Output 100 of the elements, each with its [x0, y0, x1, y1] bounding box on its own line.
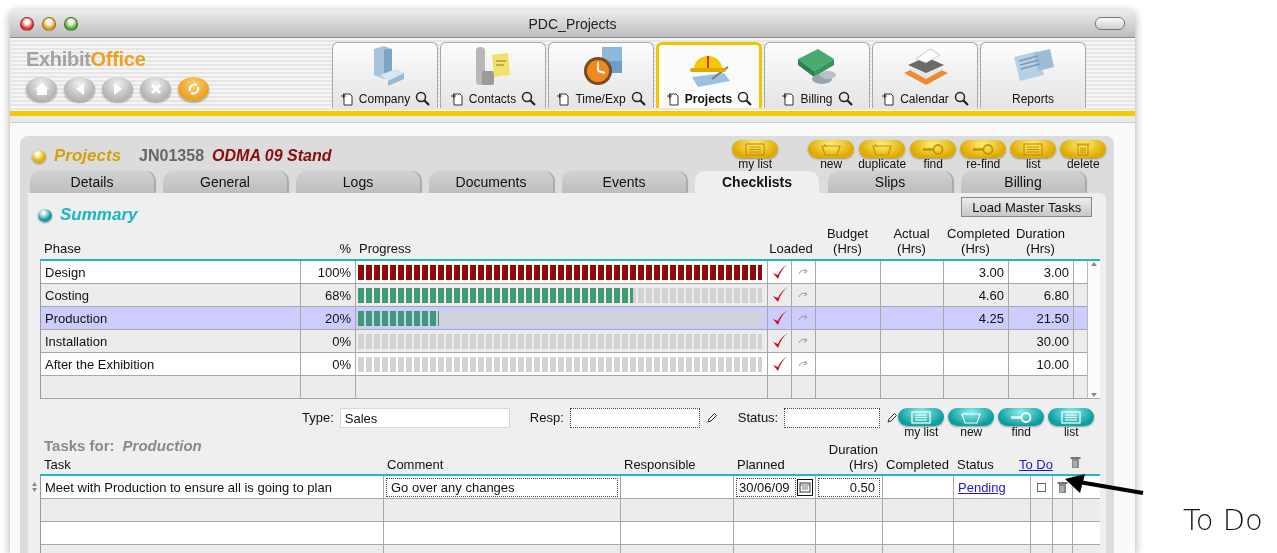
window-title: PDC_Projects [528, 15, 617, 32]
redo-icon[interactable] [797, 268, 810, 276]
load-master-tasks-button[interactable]: Load Master Tasks [961, 197, 1093, 217]
new-button[interactable]: new [948, 408, 995, 440]
trash-icon [1060, 140, 1107, 158]
toolbar-toggle-button[interactable] [1095, 17, 1125, 30]
to-do-link[interactable]: To Do [1013, 457, 1070, 475]
search-icon [630, 91, 646, 106]
new-page-icon [339, 92, 354, 106]
tab[interactable]: Documents [429, 171, 553, 193]
column-header: Duration (Hrs) [827, 442, 879, 474]
comment-field[interactable]: Go over any changes [386, 477, 618, 497]
table-row[interactable]: After the Exhibition 0% 10.00 [41, 353, 1088, 376]
module-tab[interactable]: Contacts [440, 42, 546, 108]
column-header: Phase [43, 241, 82, 258]
tab[interactable]: Events [562, 171, 686, 193]
close-button[interactable] [20, 16, 34, 31]
new-page-icon [449, 92, 464, 106]
annotation-text: To Do [1183, 503, 1263, 537]
to-do-checkbox[interactable] [1037, 482, 1046, 492]
table-row[interactable]: Installation 0% 30.00 [41, 330, 1088, 353]
table-row[interactable]: Design 100% 3.00 3.00 [41, 261, 1088, 284]
column-header: Planned [736, 457, 786, 474]
list-button[interactable]: my list [732, 140, 779, 171]
input-field[interactable] [569, 408, 700, 428]
calendar-icon[interactable] [797, 478, 813, 496]
list-icon [1010, 140, 1057, 158]
redo-icon[interactable] [797, 291, 810, 299]
key-icon [998, 408, 1045, 426]
scroll-up-icon[interactable] [1090, 261, 1099, 267]
minimize-button[interactable] [42, 16, 56, 31]
search-icon [415, 91, 431, 106]
table-cell: 68% [301, 284, 356, 306]
back-button[interactable] [64, 77, 95, 101]
tab[interactable]: General [163, 171, 287, 193]
sort-icon[interactable] [31, 481, 38, 493]
table-row[interactable]: Costing 68% 4.60 6.80 [41, 284, 1088, 307]
column-header: Loaded [769, 241, 813, 258]
list-icon [1048, 408, 1095, 426]
list-button[interactable]: list [1010, 140, 1057, 171]
list-icon [732, 140, 779, 158]
record-name: ODMA 09 Stand [212, 147, 332, 165]
table-cell: Costing [41, 284, 301, 306]
tab[interactable]: Slips [828, 171, 952, 193]
list-button[interactable]: my list [898, 408, 945, 440]
module-tab[interactable]: Billing [764, 42, 870, 108]
field-label: Status: [737, 409, 779, 427]
logo: ExhibitOffice [26, 48, 147, 71]
module-tab[interactable]: Reports [980, 42, 1086, 108]
table-row[interactable]: Production 20% 4.25 21.50 [41, 307, 1088, 330]
table-cell: After the Exhibition [41, 353, 301, 375]
search-icon [953, 91, 969, 106]
key-icon [960, 140, 1007, 158]
module-tab[interactable]: Projects [656, 42, 762, 108]
tab[interactable]: Logs [296, 171, 420, 193]
input-field[interactable] [784, 408, 881, 428]
tab[interactable]: Details [30, 171, 154, 193]
date-field[interactable]: 30/06/09 [736, 477, 796, 497]
tab[interactable]: Checklists [695, 171, 819, 193]
key-icon [910, 140, 957, 158]
table-cell: 4.25 [944, 307, 1009, 329]
module-tab[interactable]: Company [332, 42, 438, 108]
tray-icon [808, 140, 855, 158]
tray-icon [859, 140, 906, 158]
column-header: Actual (Hrs) [892, 226, 931, 258]
pencil-icon[interactable] [886, 412, 899, 424]
input-field[interactable]: Sales [339, 408, 510, 428]
search-icon [737, 91, 753, 106]
search-icon [521, 91, 537, 106]
find-button[interactable]: find [998, 408, 1045, 440]
forward-button[interactable] [102, 77, 133, 101]
redo-icon[interactable] [797, 360, 810, 368]
column-header: Task [44, 457, 72, 472]
tasks-title: Tasks for: Production [44, 437, 203, 454]
new-button[interactable]: duplicate [858, 140, 907, 171]
close-icon [149, 83, 162, 95]
find-button[interactable]: find [910, 140, 957, 171]
pencil-icon[interactable] [705, 412, 718, 424]
scrollbar[interactable] [1087, 261, 1101, 399]
zoom-button[interactable] [64, 16, 78, 31]
module-tab[interactable]: Calendar [872, 42, 978, 108]
column-header: Duration (Hrs) [1014, 226, 1067, 258]
duration-field[interactable]: 0.50 [818, 477, 880, 497]
trash-icon[interactable] [1057, 480, 1068, 494]
table-cell: 30.00 [1009, 330, 1074, 352]
delete-button[interactable]: delete [1060, 140, 1107, 171]
new-button[interactable]: new [808, 140, 855, 171]
status-link[interactable]: Pending [958, 479, 1006, 495]
record-number: JN01358 [139, 147, 205, 165]
table-cell: 6.80 [1009, 284, 1074, 306]
home-button[interactable] [26, 77, 57, 101]
find-button[interactable]: re-find [960, 140, 1007, 171]
list-button[interactable]: list [1048, 408, 1095, 440]
module-tab[interactable]: Time/Exp [548, 42, 654, 108]
tab[interactable]: Billing [961, 171, 1085, 193]
table-cell: Meet with Production to ensure all is going to plan [41, 476, 384, 498]
redo-icon[interactable] [797, 337, 810, 345]
scroll-down-icon[interactable] [1090, 392, 1099, 398]
trash-icon[interactable] [1070, 456, 1081, 469]
sync-button[interactable] [178, 77, 209, 101]
